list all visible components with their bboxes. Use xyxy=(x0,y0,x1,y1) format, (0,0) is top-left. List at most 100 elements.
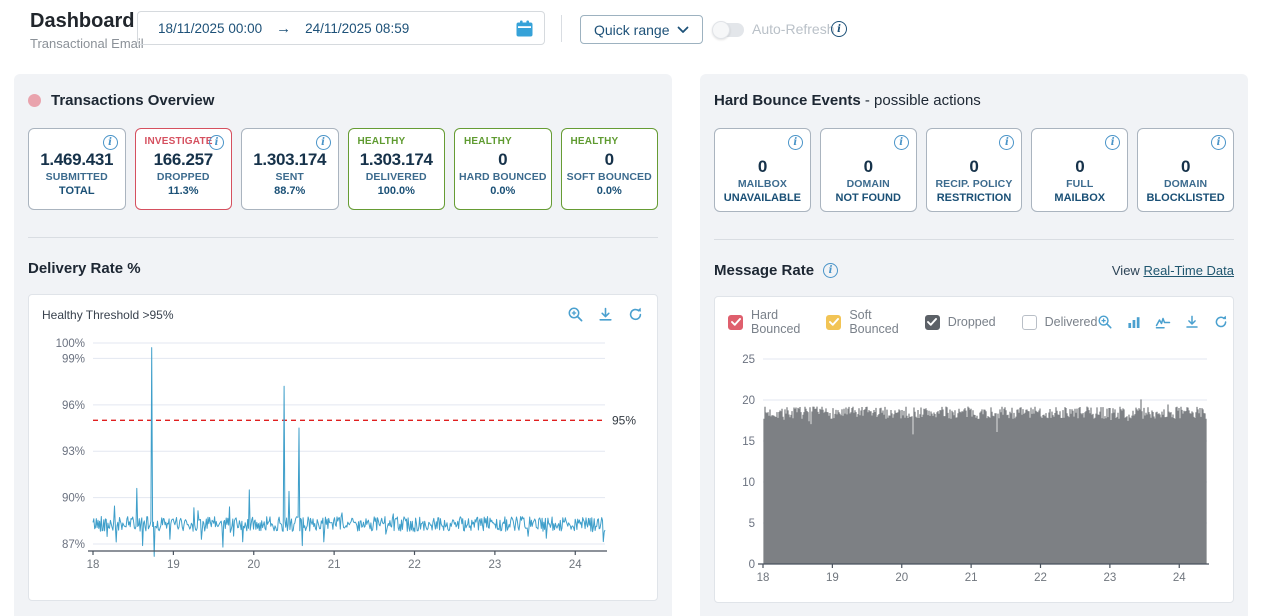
svg-text:90%: 90% xyxy=(62,493,85,505)
legend-soft-bounced[interactable]: Soft Bounced xyxy=(826,308,898,336)
delivery-rate-title: Delivery Rate % xyxy=(28,260,141,277)
stat-card-sent[interactable]: 1.303.174 SENT 88.7% xyxy=(241,128,339,210)
date-start[interactable]: 18/11/2025 00:00 xyxy=(158,21,262,36)
auto-refresh-toggle[interactable] xyxy=(714,23,744,37)
zoom-icon[interactable] xyxy=(1097,314,1113,330)
legend-hard-bounced[interactable]: Hard Bounced xyxy=(728,308,800,336)
legend-label: Hard Bounced xyxy=(751,308,800,336)
stat-label: HARD BOUNCED xyxy=(455,170,551,184)
svg-text:24: 24 xyxy=(569,559,582,571)
status-badge: HEALTHY xyxy=(464,136,512,147)
info-icon[interactable] xyxy=(831,21,847,37)
stat-sublabel: BLOCKLISTED xyxy=(1138,191,1233,205)
stat-label: DOMAIN xyxy=(1138,177,1233,191)
stat-card-delivered[interactable]: HEALTHY 1.303.174 DELIVERED 100.0% xyxy=(348,128,446,210)
calendar-icon[interactable] xyxy=(515,19,534,38)
svg-text:20: 20 xyxy=(742,395,755,407)
checkbox-icon xyxy=(826,315,841,330)
stat-card-recip-policy-restriction[interactable]: 0 RECIP. POLICY RESTRICTION xyxy=(926,128,1023,212)
stat-value: 0 xyxy=(562,150,658,170)
stat-card-domain-blocklisted[interactable]: 0 DOMAIN BLOCKLISTED xyxy=(1137,128,1234,212)
svg-text:96%: 96% xyxy=(62,400,85,412)
quick-range-button[interactable]: Quick range xyxy=(580,15,703,44)
stat-value: 0 xyxy=(821,157,916,177)
info-icon[interactable] xyxy=(1211,135,1226,150)
info-icon[interactable] xyxy=(1105,135,1120,150)
dashboard-page: Dashboard Transactional Email 18/11/2025… xyxy=(0,0,1262,616)
info-icon[interactable] xyxy=(894,135,909,150)
svg-text:21: 21 xyxy=(328,559,341,571)
svg-text:23: 23 xyxy=(488,559,501,571)
svg-text:22: 22 xyxy=(1034,572,1047,584)
svg-text:100%: 100% xyxy=(56,338,85,350)
realtime-data-link[interactable]: Real-Time Data xyxy=(1143,263,1234,278)
date-end[interactable]: 24/11/2025 08:59 xyxy=(305,21,409,36)
legend-delivered[interactable]: Delivered xyxy=(1022,315,1098,330)
message-rate-header: Message Rate View Real-Time Data xyxy=(714,260,1234,280)
stat-label: SUBMITTED xyxy=(29,170,125,184)
stat-label: DELIVERED xyxy=(349,170,445,184)
legend-label: Soft Bounced xyxy=(849,308,898,336)
hard-bounce-header: Hard Bounce Events - possible actions xyxy=(714,90,1234,110)
info-icon[interactable] xyxy=(788,135,803,150)
download-icon[interactable] xyxy=(597,306,614,323)
stat-card-full-mailbox[interactable]: 0 FULL MAILBOX xyxy=(1031,128,1128,212)
delivery-rate-header: Delivery Rate % xyxy=(28,258,658,278)
line-chart-icon[interactable] xyxy=(1155,314,1171,330)
stat-sublabel: 0.0% xyxy=(455,184,551,198)
stat-label: RECIP. POLICY xyxy=(927,177,1022,191)
info-icon[interactable] xyxy=(209,135,224,150)
stat-card-soft-bounced[interactable]: HEALTHY 0 SOFT BOUNCED 0.0% xyxy=(561,128,659,210)
bar-chart-icon[interactable] xyxy=(1126,314,1142,330)
svg-text:95%: 95% xyxy=(612,413,636,427)
legend-label: Dropped xyxy=(948,315,996,329)
hard-bounce-title-sub: - possible actions xyxy=(865,92,981,109)
info-icon[interactable] xyxy=(316,135,331,150)
refresh-icon[interactable] xyxy=(1213,314,1229,330)
delivery-rate-chart[interactable]: 100%99%96%93%90%87%95%18192021222324 xyxy=(29,326,657,591)
stat-value: 1.303.174 xyxy=(242,150,338,170)
stat-value: 166.257 xyxy=(136,150,232,170)
svg-text:18: 18 xyxy=(87,559,100,571)
info-icon[interactable] xyxy=(999,135,1014,150)
svg-text:0: 0 xyxy=(749,559,755,571)
stat-card-mailbox-unavailable[interactable]: 0 MAILBOX UNAVAILABLE xyxy=(714,128,811,212)
download-icon[interactable] xyxy=(1184,314,1200,330)
svg-text:19: 19 xyxy=(826,572,839,584)
stat-card-hard-bounced[interactable]: HEALTHY 0 HARD BOUNCED 0.0% xyxy=(454,128,552,210)
view-realtime-data: View Real-Time Data xyxy=(1112,263,1234,278)
status-dot xyxy=(28,94,41,107)
zoom-icon[interactable] xyxy=(567,306,584,323)
status-badge: INVESTIGATE xyxy=(145,136,213,147)
svg-text:22: 22 xyxy=(408,559,421,571)
toggle-knob xyxy=(712,21,730,39)
stat-card-submitted-total[interactable]: 1.469.431 SUBMITTED TOTAL xyxy=(28,128,126,210)
stat-sublabel: 0.0% xyxy=(562,184,658,198)
stat-card-dropped[interactable]: INVESTIGATE 166.257 DROPPED 11.3% xyxy=(135,128,233,210)
info-icon[interactable] xyxy=(823,263,838,278)
stat-sublabel: MAILBOX xyxy=(1032,191,1127,205)
panel-divider xyxy=(28,237,658,238)
info-icon[interactable] xyxy=(103,135,118,150)
legend-label: Delivered xyxy=(1045,315,1098,329)
message-rate-chart[interactable]: 051015202518192021222324 xyxy=(715,339,1233,603)
svg-text:24: 24 xyxy=(1173,572,1186,584)
stat-card-domain-not-found[interactable]: 0 DOMAIN NOT FOUND xyxy=(820,128,917,212)
transactions-cards: 1.469.431 SUBMITTED TOTAL INVESTIGATE 16… xyxy=(28,128,658,210)
page-title: Dashboard xyxy=(30,10,134,33)
message-rate-chart-card: Hard Bounced Soft Bounced Dropped xyxy=(714,296,1234,603)
chevron-down-icon xyxy=(677,26,689,34)
message-chart-toolbar: Hard Bounced Soft Bounced Dropped xyxy=(715,297,1233,339)
hard-bounce-title-bold: Hard Bounce Events xyxy=(714,92,861,109)
stat-label: SENT xyxy=(242,170,338,184)
stat-sublabel: RESTRICTION xyxy=(927,191,1022,205)
legend-dropped[interactable]: Dropped xyxy=(925,315,996,330)
stat-label: FULL xyxy=(1032,177,1127,191)
stat-label: DOMAIN xyxy=(821,177,916,191)
svg-text:15: 15 xyxy=(742,436,755,448)
date-range-picker[interactable]: 18/11/2025 00:00 → 24/11/2025 08:59 xyxy=(137,11,545,45)
stat-value: 0 xyxy=(1138,157,1233,177)
transactions-panel: Transactions Overview 1.469.431 SUBMITTE… xyxy=(14,74,672,616)
arrow-right-icon: → xyxy=(276,20,291,37)
refresh-icon[interactable] xyxy=(627,306,644,323)
